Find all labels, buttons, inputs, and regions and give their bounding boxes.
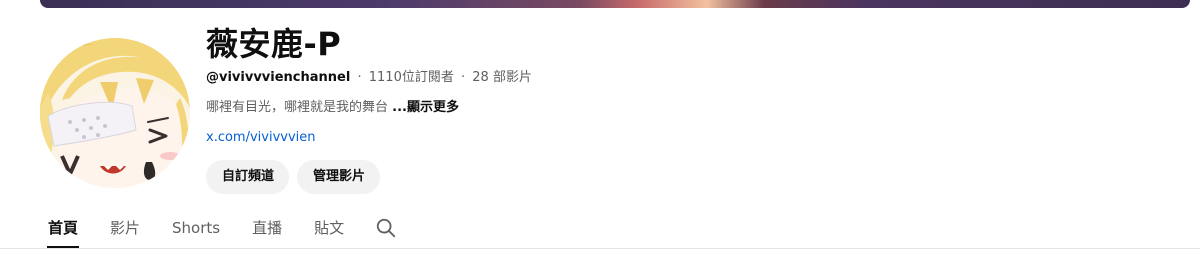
channel-banner[interactable] [40, 0, 1190, 8]
avatar-illustration [40, 38, 190, 188]
video-count: 28 部影片 [472, 70, 532, 85]
search-icon-glyph [376, 218, 396, 238]
channel-description[interactable]: 哪裡有目光，哪裡就是我的舞台 ...顯示更多 [206, 99, 459, 117]
customize-channel-button[interactable]: 自訂頻道 [206, 160, 289, 194]
channel-name: 薇安鹿-P [206, 25, 342, 63]
tab-posts[interactable]: 貼文 [314, 210, 344, 246]
search-icon[interactable] [374, 210, 398, 246]
meta-separator: · [357, 70, 362, 85]
show-more-link[interactable]: ...顯示更多 [392, 100, 459, 115]
channel-external-link[interactable]: x.com/vivivvvien [206, 129, 316, 147]
tab-home[interactable]: 首頁 [46, 210, 80, 248]
channel-header: 薇安鹿-P @vivivvvienchannel · 1110位訂閱者 · 28… [0, 0, 1200, 273]
channel-handle: @vivivvvienchannel [206, 70, 351, 85]
manage-videos-button[interactable]: 管理影片 [297, 160, 380, 194]
tab-shorts[interactable]: Shorts [172, 210, 220, 246]
tabs-divider [0, 248, 1200, 249]
subscriber-count: 1110位訂閱者 [368, 70, 454, 85]
channel-meta: @vivivvvienchannel · 1110位訂閱者 · 28 部影片 [206, 69, 532, 87]
avatar[interactable] [40, 38, 190, 188]
tab-videos[interactable]: 影片 [110, 210, 140, 246]
meta-separator: · [460, 70, 466, 85]
tab-live[interactable]: 直播 [252, 210, 282, 246]
description-text: 哪裡有目光，哪裡就是我的舞台 [206, 100, 389, 115]
channel-tabs: 首頁 影片 Shorts 直播 貼文 [46, 210, 398, 248]
